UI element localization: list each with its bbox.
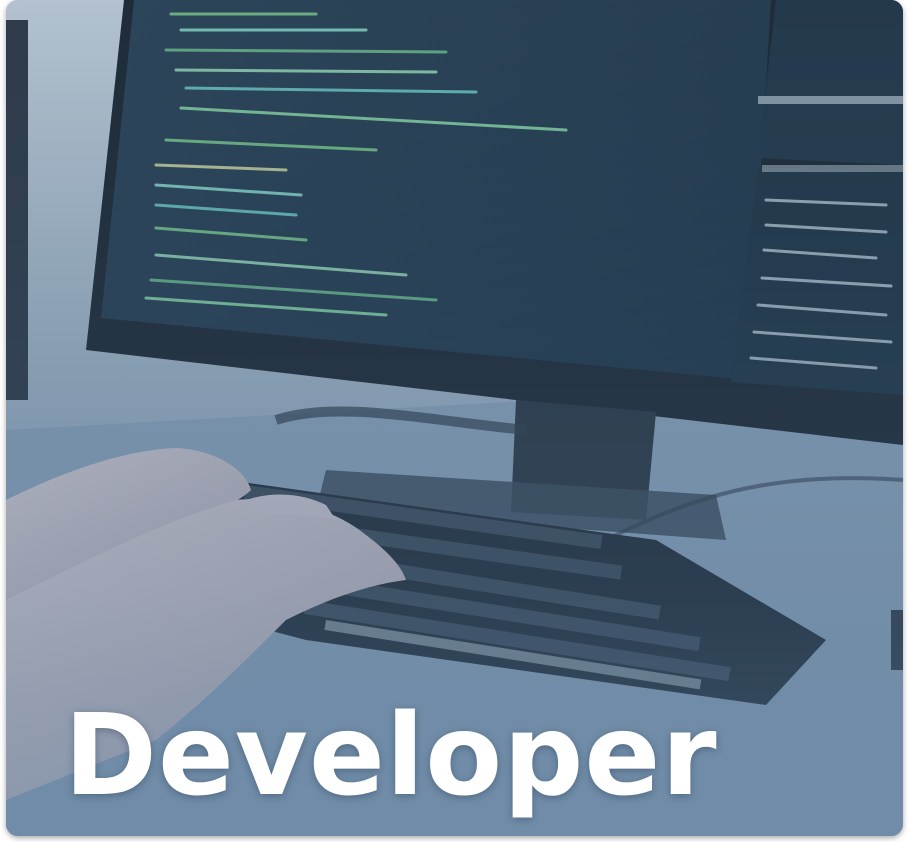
developer-card[interactable]: Developer [6,0,903,836]
card-title: Developer [64,691,718,821]
